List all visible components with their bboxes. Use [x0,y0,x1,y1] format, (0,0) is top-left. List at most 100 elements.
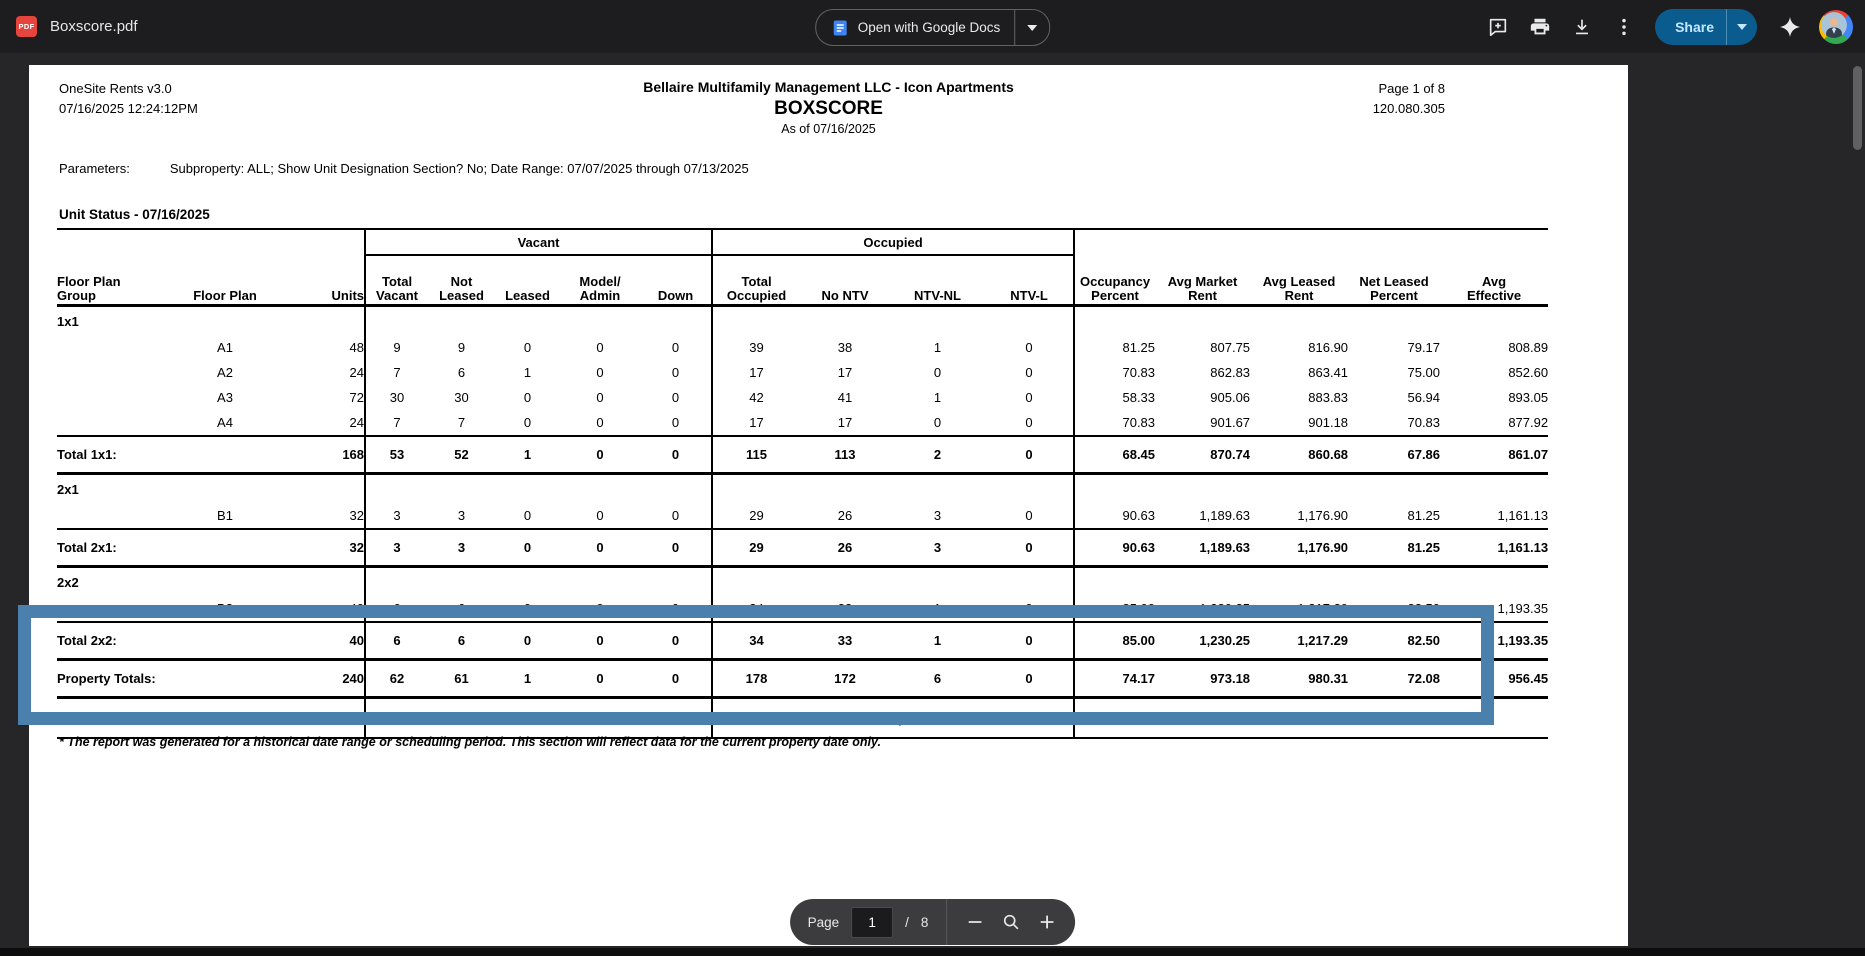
pdf-page: OneSite Rents v3.0 07/16/2025 12:24:12PM… [29,65,1628,946]
cell: 29 [711,503,801,529]
cell: 0 [560,435,641,475]
cell: 2x2 [57,574,79,590]
cell: 168 [290,435,366,475]
col-header-ntv-nl: NTV-NL [890,255,986,307]
cell: 0 [671,508,680,523]
cell: 7 [364,410,429,436]
group-header-vacant: Vacant [364,229,714,256]
cell: A1 [217,340,233,355]
cell [57,360,160,385]
cell: 3 [364,503,429,529]
cell: 26 [800,528,891,568]
cell: 3 [890,528,986,568]
cell: 0 [523,390,532,405]
file-title: Boxscore.pdf [50,18,138,35]
cell: 39 [711,335,801,360]
cell: 862.83 [1210,365,1251,380]
cell: 6 [457,365,466,380]
cell: 860.68 [1250,435,1349,475]
file-info: PDF Boxscore.pdf [16,0,138,53]
cell: 861.07 [1440,435,1549,475]
add-comment-button[interactable] [1477,7,1519,47]
report-pagination: Page 1 of 8 120.080.305 [1373,79,1445,119]
cell: 1,161.13 [1497,508,1549,523]
cell: 0 [596,340,604,355]
cell: 70.83 [1073,410,1156,436]
open-with-button[interactable]: Open with Google Docs [816,10,1015,45]
col-header-avg-leased-rent: Avg Leased Rent [1250,255,1349,307]
cell: 17 [711,360,801,385]
cell: 90.63 [1073,528,1156,568]
cell: 68.45 [1073,435,1156,475]
cell: 32 [290,528,366,568]
top-toolbar: PDF Boxscore.pdf Open with Google Docs S… [0,0,1865,53]
total-row: Total 1x1: 168 53 52 1 0 0 115 113 2 0 68.45 870.74 8… [57,435,1549,475]
col-header-avg-market-rent: Avg Market Rent [1155,255,1251,307]
table-row: A3 72 30 30 0 0 0 42 41 1 0 58.33 905.06 883.83 56.94 8… [57,385,1548,410]
cell: 58.33 [1073,385,1156,410]
cell: 0 [1025,508,1033,523]
group-header-occupied: Occupied [711,229,1076,256]
cell: 81.25 [1348,528,1441,568]
account-avatar[interactable] [1819,9,1853,44]
drive-pdf-viewer: PDF Boxscore.pdf Open with Google Docs S… [0,0,1865,956]
pdf-canvas: OneSite Rents v3.0 07/16/2025 12:24:12PM… [0,53,1865,956]
cell: 870.74 [1155,435,1251,475]
print-button[interactable] [1519,7,1561,47]
chevron-down-icon [1027,24,1038,31]
cell: 0 [596,508,604,523]
cell: 17 [711,410,801,436]
cell: 32 [349,508,365,523]
cell: 81.25 [1073,335,1156,360]
gemini-button[interactable] [1769,7,1811,47]
share-button[interactable]: Share [1655,9,1726,45]
cell: 1,176.90 [1250,528,1349,568]
magnifier-icon [1004,914,1019,930]
page-total: 8 [920,914,929,930]
zoom-out-button[interactable] [957,904,993,940]
cell: 0 [596,365,604,380]
share-caret-button[interactable] [1726,8,1757,45]
cell: 52 [428,435,496,475]
pdf-badge-label: PDF [18,22,35,31]
cell: Total 1x1: [57,435,290,475]
cell: 901.18 [1308,415,1349,430]
cell: 0 [933,365,942,380]
cell: 877.92 [1508,415,1549,430]
open-with-caret-button[interactable] [1014,10,1049,45]
cell: 0 [495,528,561,568]
column-header-row: Floor Plan Group Floor Plan Units Total … [57,255,1549,307]
cell [57,503,160,529]
open-with-control: Open with Google Docs [814,9,1051,46]
cell: 115 [711,435,801,475]
unit-status-title: Unit Status - 07/16/2025 [59,207,210,222]
zoom-in-button[interactable] [1029,904,1065,940]
cell: A4 [217,415,233,430]
cell: 9 [364,335,429,360]
cell: 0 [985,435,1075,475]
cell: 24 [349,365,365,380]
page-input[interactable] [851,906,894,938]
plus-icon [1041,915,1054,929]
cell: 3 [364,528,429,568]
print-icon [1530,18,1550,34]
zoom-fit-button[interactable] [993,904,1029,940]
sparkle-icon [1780,16,1800,37]
cell: 30 [364,385,429,410]
section-row: 1x1 [57,305,1549,335]
page-separator: / [905,914,909,930]
more-options-button[interactable] [1603,7,1645,47]
cell: 0 [523,340,532,355]
download-button[interactable] [1561,7,1603,47]
cell: 0 [933,415,942,430]
col-header-model-admin: Model/ Admin [560,255,641,307]
cell: 863.41 [1308,365,1349,380]
scrollbar-thumb[interactable] [1853,66,1862,150]
cell: 2 [890,435,986,475]
zoom-controls [947,904,1075,940]
cell: 1,189.63 [1155,528,1251,568]
cell: 0 [985,528,1075,568]
cell: 75.00 [1407,365,1441,380]
cell: 0 [560,528,641,568]
page-label: Page [807,914,840,930]
